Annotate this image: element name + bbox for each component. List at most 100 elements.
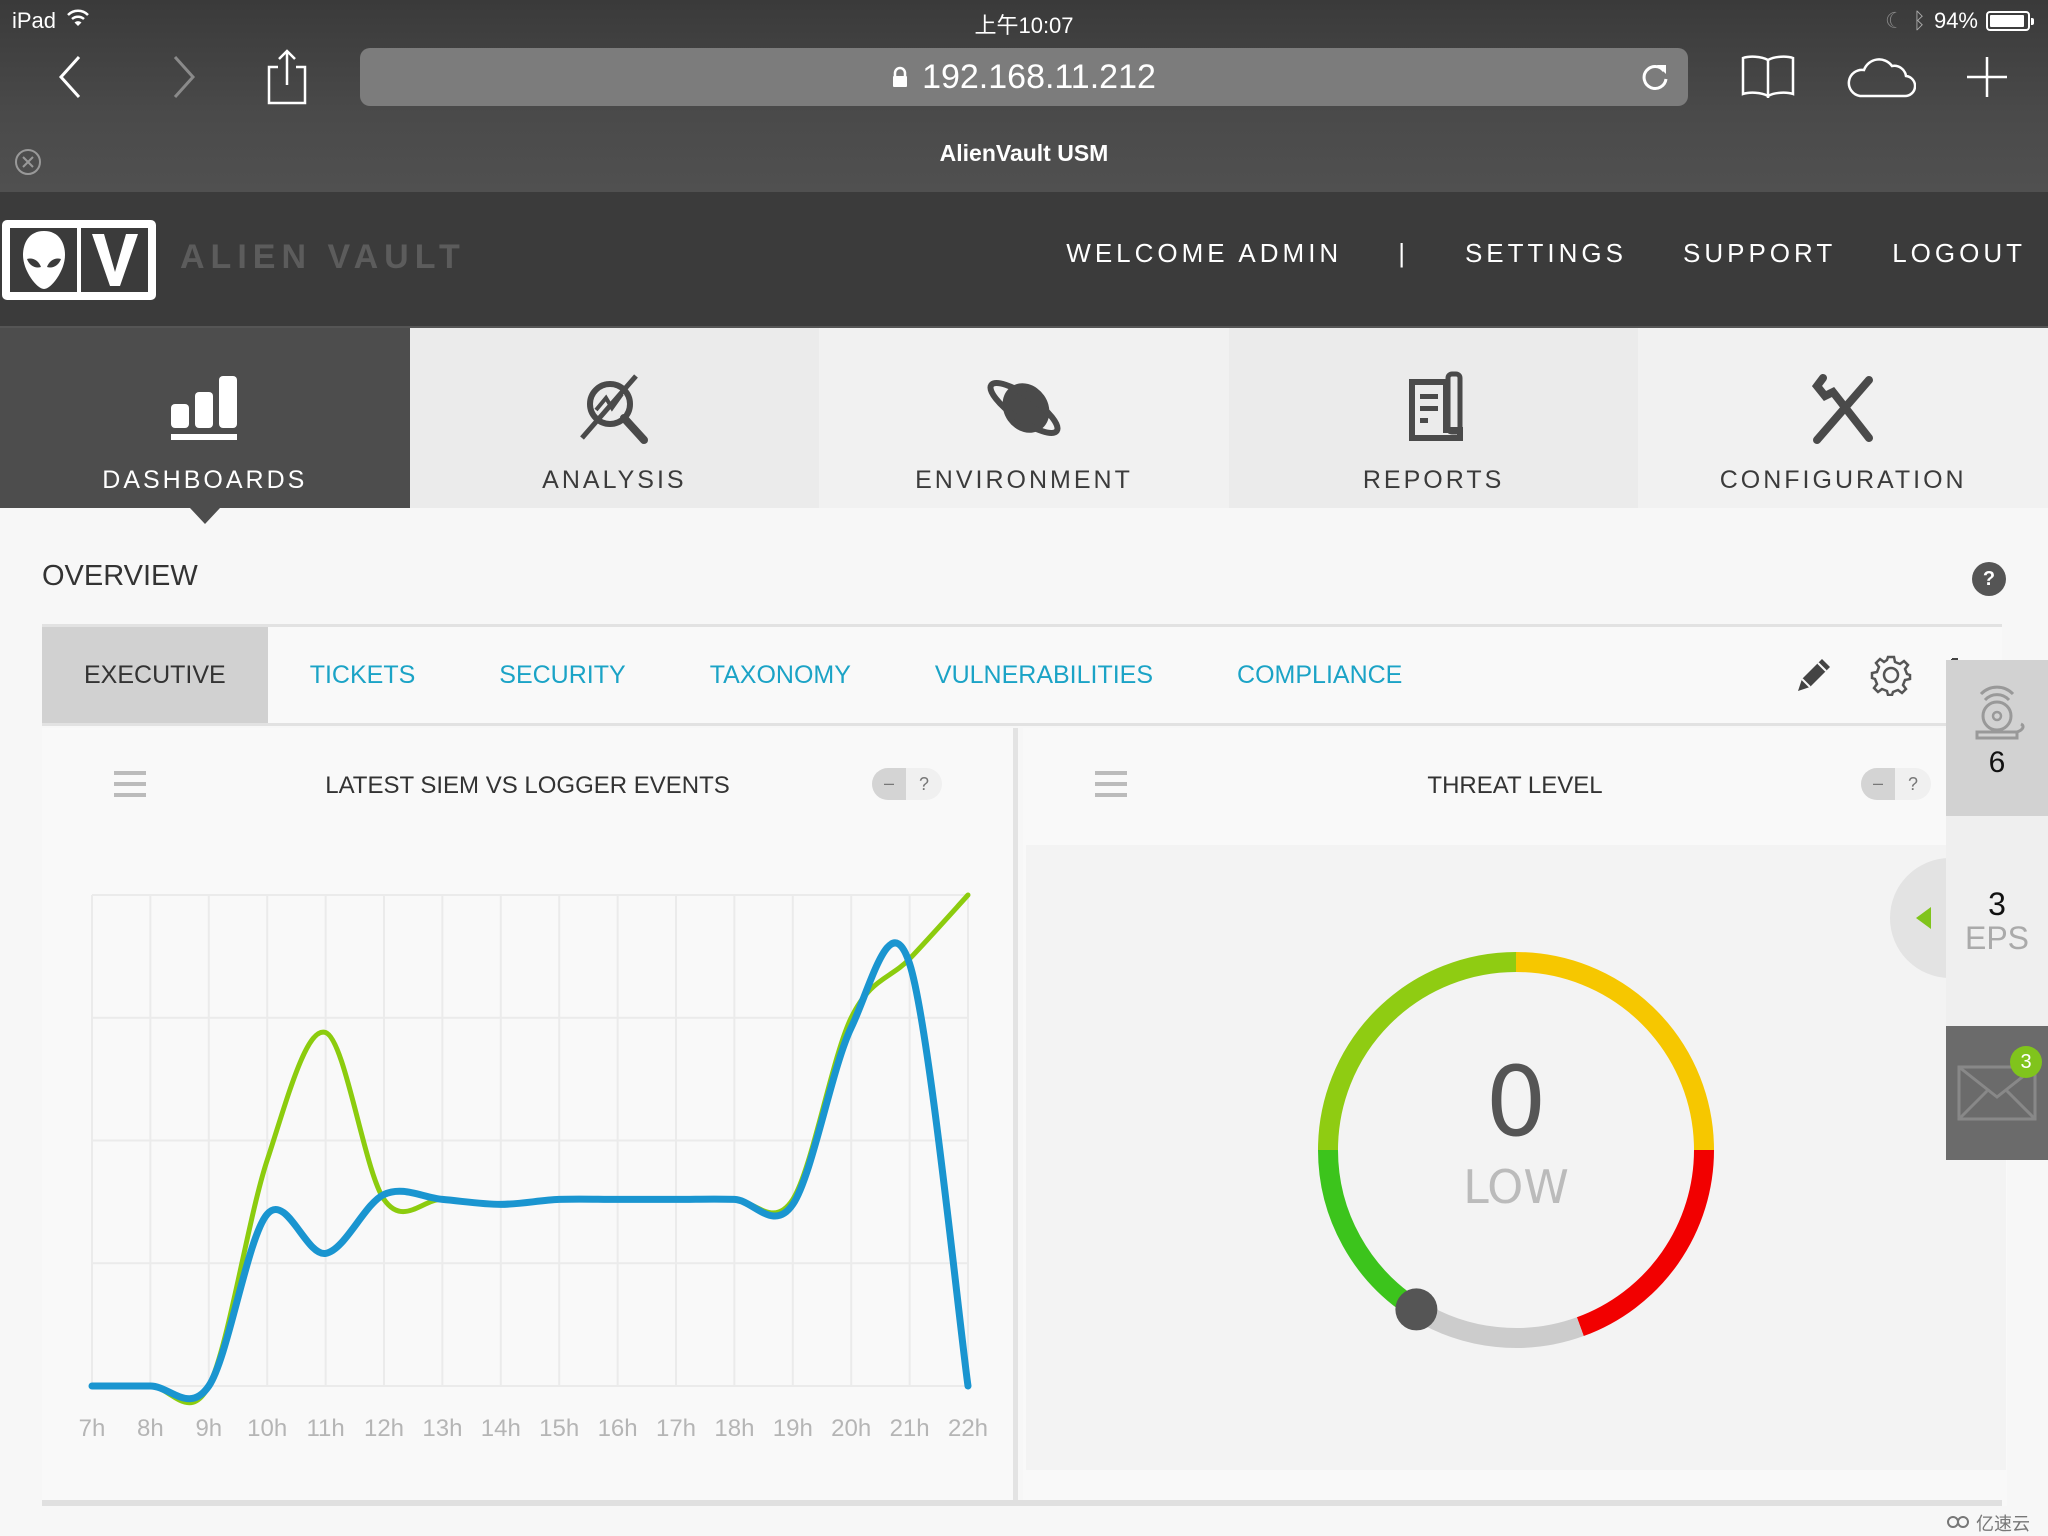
url-text: 192.168.11.212 — [922, 57, 1156, 96]
messages-widget[interactable]: 3 — [1946, 1026, 2048, 1160]
x-tick-label: 8h — [137, 1415, 164, 1442]
tab-vulnerabilities[interactable]: VULNERABILITIES — [893, 627, 1195, 723]
gauge-indicator-knob — [1395, 1288, 1438, 1331]
nav-label: ANALYSIS — [542, 466, 687, 494]
widget-title: LATEST SIEM VS LOGGER EVENTS — [325, 772, 730, 799]
threat-label: LOW — [1463, 1160, 1569, 1214]
nav-label: CONFIGURATION — [1719, 466, 1967, 494]
x-tick-label: 12h — [364, 1415, 404, 1442]
watermark: 亿速云 — [1946, 1510, 2030, 1536]
cloud-logo-icon — [1946, 1513, 1972, 1534]
nav-dashboards[interactable]: DASHBOARDS — [0, 328, 410, 524]
alien-head-icon — [10, 228, 77, 292]
x-tick-label: 19h — [773, 1415, 813, 1442]
gauge-segment-green — [1318, 1149, 1422, 1318]
x-tick-label: 17h — [656, 1415, 696, 1442]
x-tick-label: 14h — [481, 1415, 521, 1442]
x-tick-label: 7h — [79, 1415, 106, 1442]
new-tab-button[interactable] — [1964, 46, 2010, 108]
logout-link[interactable]: LOGOUT — [1892, 238, 2026, 269]
widgets-bottom-divider — [42, 1500, 2002, 1506]
address-bar[interactable]: 192.168.11.212 — [360, 48, 1688, 106]
battery-icon — [1986, 11, 2034, 31]
tab-compliance[interactable]: COMPLIANCE — [1195, 627, 1444, 723]
forward-button[interactable] — [164, 46, 204, 108]
support-link[interactable]: SUPPORT — [1683, 238, 1836, 269]
settings-link[interactable]: SETTINGS — [1465, 238, 1627, 269]
header-separator: | — [1398, 238, 1409, 268]
x-tick-label: 21h — [890, 1415, 930, 1442]
threat-gauge-area: 0 LOW — [1026, 845, 2006, 1470]
help-icon[interactable]: ? — [1972, 562, 2006, 596]
tab-tickets[interactable]: TICKETS — [268, 627, 458, 723]
x-tick-label: 16h — [598, 1415, 638, 1442]
clock: 上午10:07 — [974, 13, 1074, 38]
threat-gauge: 0 LOW — [1318, 952, 1714, 1348]
logo[interactable] — [2, 220, 156, 300]
minimize-button[interactable]: – — [872, 768, 906, 800]
messages-badge: 3 — [2010, 1046, 2042, 1078]
x-tick-label: 18h — [714, 1415, 754, 1442]
header-links: WELCOME ADMIN | SETTINGS SUPPORT LOGOUT — [1010, 238, 2026, 269]
browser-chrome: iPad 上午10:07 ☾ ᛒ 94% 192.168.11.212 Alie… — [0, 0, 2048, 192]
x-tick-label: 13h — [422, 1415, 462, 1442]
x-tick-label: 20h — [831, 1415, 871, 1442]
app-header: ALIEN VAULT WELCOME ADMIN | SETTINGS SUP… — [0, 192, 2048, 328]
plus-icon — [1967, 57, 2007, 97]
widget-help-button[interactable]: ? — [1895, 768, 1931, 800]
widget-siem-vs-logger: LATEST SIEM VS LOGGER EVENTS – ? 7h 8h 9h 1… — [42, 728, 1018, 1506]
x-tick-label: 11h — [306, 1415, 344, 1442]
reload-icon[interactable] — [1640, 61, 1670, 102]
logo-text: ALIEN VAULT — [180, 238, 466, 276]
pencil-icon[interactable] — [1794, 655, 1834, 695]
main-nav: DASHBOARDS ANALYSIS ENVIRONMENT REPORTS … — [0, 328, 2048, 524]
minimize-button[interactable]: – — [1861, 768, 1895, 800]
planet-icon — [987, 380, 1061, 436]
chevron-right-icon — [173, 55, 196, 99]
nav-reports[interactable]: REPORTS — [1228, 328, 1639, 508]
alarms-count: 6 — [1988, 746, 2006, 779]
welcome-admin[interactable]: WELCOME ADMIN — [1066, 238, 1342, 269]
status-bar: iPad 上午10:07 ☾ ᛒ 94% — [0, 0, 2048, 40]
x-axis-labels: 7h 8h 9h 10h 11h 12h 13h 14h 15h 16h 17h 18h 19h 20h 2… — [79, 1415, 988, 1442]
chart-lines — [88, 892, 972, 1406]
tab-security[interactable]: SECURITY — [457, 627, 667, 723]
dashboard-tabs: EXECUTIVE TICKETS SECURITY TAXONOMY VULN… — [42, 624, 2002, 726]
nav-environment[interactable]: ENVIRONMENT — [819, 328, 1229, 508]
report-document-icon — [1408, 371, 1463, 441]
x-tick-label: 15h — [539, 1415, 579, 1442]
chevron-left-icon — [58, 55, 81, 99]
series-line-siem — [89, 892, 971, 1406]
tab-title: AlienVault USM — [939, 140, 1109, 166]
bookmarks-button[interactable] — [1740, 46, 1796, 108]
nav-label: ENVIRONMENT — [915, 466, 1133, 494]
threat-value: 0 — [1485, 1046, 1546, 1158]
nav-label: DASHBOARDS — [102, 466, 308, 494]
icloud-tabs-button[interactable] — [1846, 46, 1916, 108]
back-button[interactable] — [50, 46, 90, 108]
analysis-magnifier-icon — [580, 374, 649, 444]
page-title: OVERVIEW — [42, 560, 198, 592]
nav-configuration[interactable]: CONFIGURATION — [1638, 328, 2048, 508]
book-icon — [1741, 55, 1795, 98]
moon-icon: ☾ — [1885, 8, 1905, 33]
tab-taxonomy[interactable]: TAXONOMY — [668, 627, 893, 723]
gear-icon[interactable] — [1870, 654, 1912, 696]
watermark-text: 亿速云 — [1976, 1514, 2030, 1534]
eps-label: EPS — [1964, 920, 2030, 956]
side-panel: 6 3 EPS 3 — [1946, 660, 2048, 1160]
eps-value: 3 — [1988, 886, 2006, 922]
cloud-icon — [1847, 58, 1916, 98]
gauge-segment-red — [1576, 1149, 1714, 1337]
nav-label: REPORTS — [1362, 466, 1505, 494]
share-button[interactable] — [262, 46, 312, 108]
events-line-chart: 7h 8h 9h 10h 11h 12h 13h 14h 15h 16h 17h 18h 19h 20h 2… — [79, 892, 988, 1442]
series-line-logger — [88, 939, 972, 1403]
tab-executive[interactable]: EXECUTIVE — [42, 627, 268, 723]
alarms-widget[interactable]: 6 — [1946, 660, 2048, 816]
share-icon — [267, 49, 307, 105]
eps-widget[interactable]: 3 EPS — [1946, 816, 2048, 1026]
nav-analysis[interactable]: ANALYSIS — [409, 328, 820, 508]
widget-title: THREAT LEVEL — [1427, 772, 1603, 799]
widget-help-button[interactable]: ? — [906, 768, 942, 800]
